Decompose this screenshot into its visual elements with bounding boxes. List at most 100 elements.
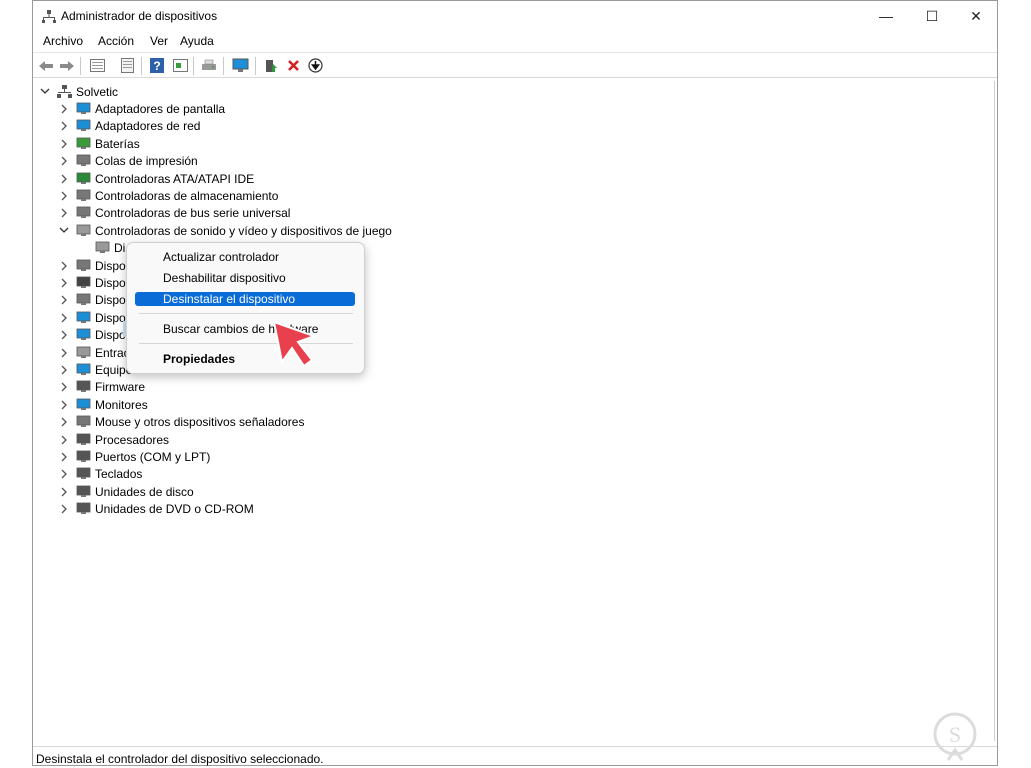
print-icon[interactable] [200,57,218,74]
menu-disable-device[interactable]: Deshabilitar dispositivo [135,271,355,285]
menu-uninstall-device-label: Desinstalar el dispositivo [163,292,296,306]
chevron-right-icon[interactable] [59,400,69,410]
window-title: Administrador de dispositivos [61,9,218,23]
menu-bar: Archivo Acción Ver Ayuda [33,31,997,51]
status-bar: Desinstala el controlador del dispositiv… [33,746,997,766]
chevron-right-icon[interactable] [59,208,69,218]
tree-item-label: Entrac [95,345,130,360]
menu-ver[interactable]: Ver [150,34,168,48]
chevron-right-icon[interactable] [59,295,69,305]
maximize-button[interactable]: ☐ [909,1,955,31]
help-icon[interactable]: ? [148,57,166,74]
page-icon[interactable] [118,57,136,74]
chevron-right-icon[interactable] [59,452,69,462]
chevron-down-icon[interactable] [59,226,69,236]
chevron-right-icon[interactable] [59,382,69,392]
download-circle-icon[interactable] [306,57,324,74]
chevron-right-icon[interactable] [59,139,69,149]
menu-update-driver[interactable]: Actualizar controlador [135,250,355,264]
chevron-right-icon[interactable] [59,417,69,427]
properties-grid-icon[interactable] [88,57,106,74]
chevron-right-icon[interactable] [59,121,69,131]
pointer-arrow-icon [272,320,317,368]
forward-arrow-icon[interactable] [58,57,76,74]
tree-item[interactable]: Controladoras de bus serie universal [33,204,433,221]
chevron-right-icon[interactable] [59,174,69,184]
tree-item-label: Dispo [95,258,126,273]
mouse-icon [76,415,91,428]
tree-item-label: Adaptadores de red [95,119,201,134]
menu-archivo[interactable]: Archivo [43,34,83,48]
tree-item-label: Di [114,241,126,256]
speaker-icon [76,224,91,236]
tree-item[interactable]: Unidades de DVD o CD-ROM [33,500,433,517]
device-icon [76,328,91,341]
display-adapter-icon [76,102,91,114]
monitor-icon[interactable] [231,57,249,74]
context-menu: Actualizar controlador Deshabilitar disp… [126,242,365,374]
view-icon[interactable] [171,57,189,74]
tree-item[interactable]: Firmware [33,378,433,395]
computer-icon [76,363,91,375]
tree-item[interactable]: Unidades de disco [33,483,433,500]
menu-separator [139,343,353,344]
chevron-right-icon[interactable] [59,261,69,271]
menu-accion[interactable]: Acción [98,34,134,48]
tree-item[interactable]: Adaptadores de red [33,117,433,134]
chevron-right-icon[interactable] [59,487,69,497]
menu-properties-label: Propiedades [163,352,236,366]
tree-item[interactable]: Controladoras de sonido y vídeo y dispos… [33,222,433,239]
menu-scan-hardware[interactable]: Buscar cambios de hardware [135,322,355,336]
menu-uninstall-device[interactable]: Desinstalar el dispositivo [135,292,355,306]
tree-item[interactable]: Monitores [33,396,433,413]
chevron-right-icon[interactable] [59,313,69,323]
tree-item[interactable]: Baterías [33,135,433,152]
tree-item-label: Controladoras de almacenamiento [95,189,279,203]
chevron-right-icon[interactable] [59,365,69,375]
device-icon [76,259,91,271]
minimize-button[interactable]: — [863,1,909,31]
monitor-icon [76,398,91,410]
tree-item-label: Unidades de disco [95,484,194,499]
tree-item-label: Controladoras de sonido y vídeo y dispos… [95,223,392,238]
chevron-right-icon[interactable] [59,278,69,288]
tree-item[interactable]: Controladoras de almacenamiento [33,187,433,204]
close-button[interactable]: ✕ [953,1,999,31]
chevron-right-icon[interactable] [59,469,69,479]
chevron-right-icon[interactable] [59,348,69,358]
tree-item[interactable]: Teclados [33,465,433,482]
tree-item[interactable]: Puertos (COM y LPT) [33,448,433,465]
print-queue-icon [76,154,91,167]
chevron-right-icon[interactable] [59,191,69,201]
tree-item[interactable]: Mouse y otros dispositivos señaladores [33,413,433,430]
uninstall-x-icon[interactable] [284,57,302,74]
tree-item-label: Colas de impresión [95,154,198,169]
chevron-right-icon[interactable] [59,504,69,514]
update-driver-icon[interactable] [262,57,280,74]
chevron-right-icon[interactable] [59,156,69,166]
tree-item[interactable]: Adaptadores de pantalla [33,100,433,117]
menu-separator [139,313,353,314]
maximize-icon: ☐ [925,7,939,24]
tree-item[interactable]: Colas de impresión [33,152,433,169]
back-arrow-icon[interactable] [37,57,55,74]
chevron-down-icon[interactable] [40,86,50,96]
tree-item-label: Adaptadores de pantalla [95,102,226,116]
audio-input-icon [76,346,91,358]
menu-properties[interactable]: Propiedades [135,352,355,366]
battery-icon [76,137,91,149]
tree-root[interactable]: Solvetic [33,83,233,100]
device-icon [76,293,91,306]
chevron-right-icon[interactable] [59,330,69,340]
chevron-right-icon[interactable] [59,104,69,114]
keyboard-icon [76,467,91,480]
tree-item-label: Firmware [95,380,145,395]
toolbar: ? [33,52,997,78]
tree-item-label: Monitores [95,397,148,412]
menu-ayuda[interactable]: Ayuda [180,34,214,48]
chevron-right-icon[interactable] [59,435,69,445]
tree-item[interactable]: Controladoras ATA/ATAPI IDE [33,170,433,187]
tree-item[interactable]: Procesadores [33,431,433,448]
tree-item-label: Unidades de DVD o CD-ROM [95,502,254,517]
tree-item-label: Controladoras ATA/ATAPI IDE [95,171,255,186]
